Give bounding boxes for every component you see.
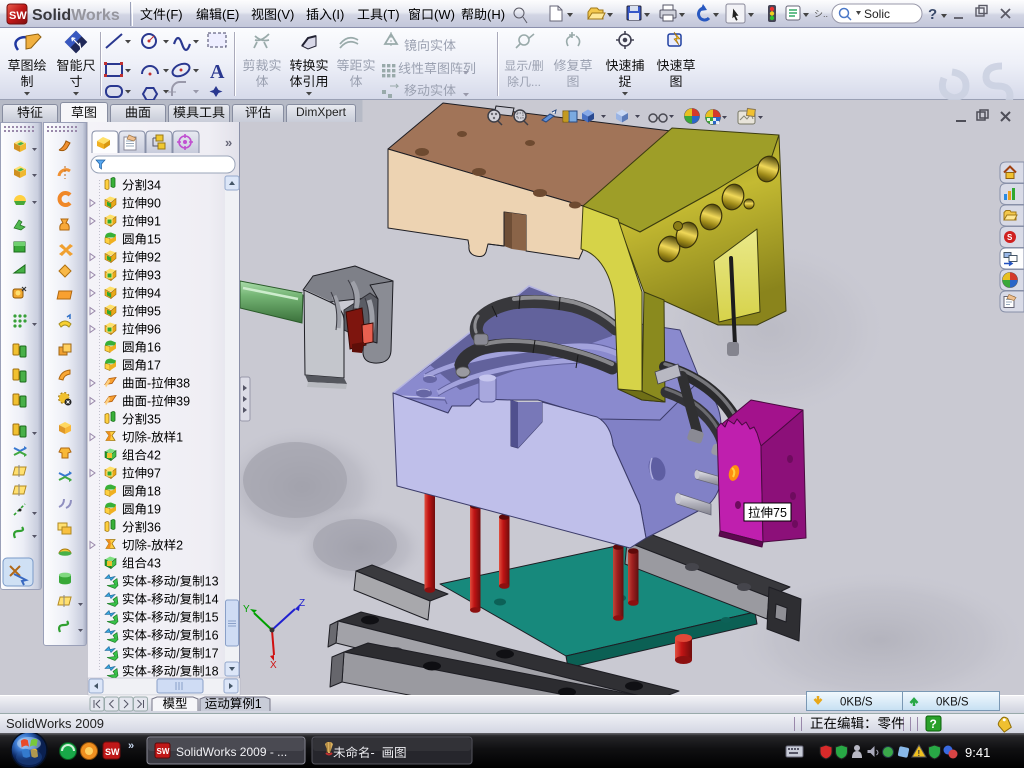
svg-text:!: ! [918, 749, 921, 758]
svg-text:SW: SW [9, 10, 27, 22]
svg-text:Y: Y [243, 604, 250, 615]
svg-text:シ..: シ.. [814, 9, 828, 19]
svg-text:?: ? [930, 717, 937, 731]
svg-text:SolidWorks 2009 - ...: SolidWorks 2009 - ... [176, 745, 287, 759]
svg-text:0KB/S: 0KB/S [936, 697, 969, 709]
svg-text:SW: SW [105, 747, 120, 757]
svg-text:S: S [1007, 233, 1013, 242]
svg-text:0KB/S: 0KB/S [840, 697, 873, 709]
svg-text:A: A [210, 61, 225, 83]
svg-text:SolidWorks: SolidWorks [32, 7, 120, 24]
svg-text:»: » [225, 135, 232, 150]
svg-text:Z: Z [299, 598, 305, 609]
svg-text:SW: SW [157, 747, 170, 756]
svg-text:Solic: Solic [864, 7, 890, 21]
svg-text:?: ? [928, 6, 937, 23]
svg-text:9:41: 9:41 [965, 745, 990, 760]
svg-text:X: X [270, 660, 277, 671]
svg-text:»: » [128, 740, 134, 752]
